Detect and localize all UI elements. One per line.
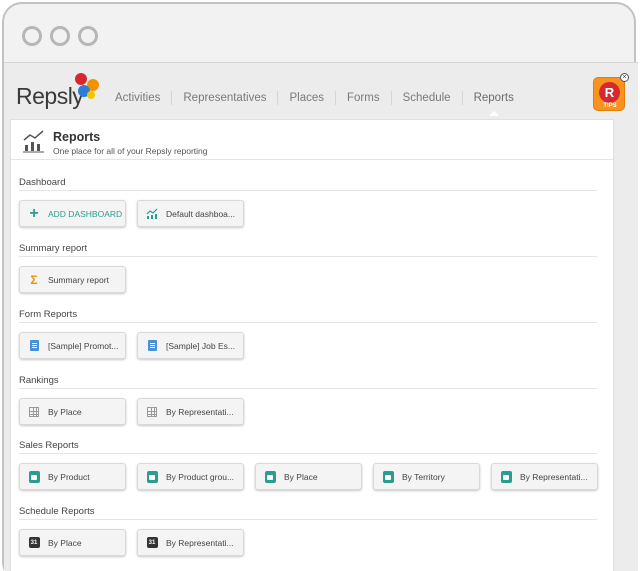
logo-mark-icon — [75, 73, 99, 99]
tips-badge[interactable]: R TIPS — [593, 77, 625, 111]
tips-widget[interactable]: R TIPS × — [593, 73, 629, 113]
nav-menu: Activities Representatives Places Forms … — [104, 91, 525, 116]
repsly-logo[interactable]: Repsly — [16, 73, 99, 113]
nav-item-representatives[interactable]: Representatives — [171, 91, 277, 105]
nav-item-reports[interactable]: Reports — [461, 91, 525, 116]
report-card-label: [Sample] Job Es... — [166, 340, 235, 351]
report-card-sales-product-group[interactable]: By Product grou... — [137, 463, 244, 490]
nav-item-forms[interactable]: Forms — [335, 91, 391, 105]
section-divider — [19, 190, 597, 191]
report-card-schedule-representative[interactable]: 31 By Representati... — [137, 529, 244, 556]
plus-icon: + — [29, 204, 39, 222]
section-title-rankings: Rankings — [19, 375, 59, 386]
report-card-label: By Place — [48, 406, 82, 417]
report-card-label: By Product — [48, 471, 90, 482]
sales-tag-icon — [264, 470, 276, 483]
dashboard-chart-icon — [146, 208, 158, 220]
report-card-label: Summary report — [48, 274, 109, 285]
report-card-label: By Place — [48, 537, 82, 548]
report-card-default-dashboard[interactable]: Default dashboa... — [137, 200, 244, 227]
nav-item-places[interactable]: Places — [277, 91, 335, 105]
reports-chart-icon — [23, 130, 44, 153]
section-divider — [19, 256, 597, 257]
report-card-label: Default dashboa... — [166, 208, 235, 219]
nav-item-activities[interactable]: Activities — [104, 91, 171, 105]
report-card-sales-product[interactable]: By Product — [19, 463, 126, 490]
report-card-label: [Sample] Promot... — [48, 340, 119, 351]
grid-table-icon — [28, 406, 40, 418]
report-card-ranking-place[interactable]: By Place — [19, 398, 126, 425]
add-dashboard-button[interactable]: + ADD DASHBOARD — [19, 200, 126, 227]
section-title-sales: Sales Reports — [19, 440, 79, 451]
report-card-sales-territory[interactable]: By Territory — [373, 463, 480, 490]
report-card-form-promot[interactable]: [Sample] Promot... — [19, 332, 126, 359]
tips-label: TIPS — [603, 103, 617, 109]
section-divider — [19, 322, 597, 323]
app-area: Repsly Activities Representatives Places… — [4, 62, 638, 571]
report-card-summary[interactable]: Σ Summary report — [19, 266, 126, 293]
section-divider — [19, 388, 597, 389]
form-document-icon — [28, 340, 40, 352]
sales-tag-icon — [28, 470, 40, 483]
sigma-icon: Σ — [30, 272, 38, 287]
report-card-label: By Representati... — [520, 471, 588, 482]
window-dot-icon[interactable] — [50, 26, 70, 46]
report-card-sales-representative[interactable]: By Representati... — [491, 463, 598, 490]
section-title-dashboard: Dashboard — [19, 177, 66, 188]
window-dot-icon[interactable] — [78, 26, 98, 46]
report-card-sales-place[interactable]: By Place — [255, 463, 362, 490]
window-dot-icon[interactable] — [22, 26, 42, 46]
report-card-schedule-place[interactable]: 31 By Place — [19, 529, 126, 556]
grid-table-icon — [146, 406, 158, 418]
section-divider — [19, 519, 597, 520]
page-header: Reports One place for all of your Repsly… — [11, 120, 613, 160]
report-card-label: By Representati... — [166, 406, 234, 417]
add-dashboard-label: ADD DASHBOARD — [48, 208, 123, 219]
nav-item-schedule[interactable]: Schedule — [390, 91, 462, 105]
report-card-label: By Representati... — [166, 537, 234, 548]
top-nav: Repsly Activities Representatives Places… — [4, 63, 638, 123]
report-card-label: By Place — [284, 471, 318, 482]
sales-tag-icon — [382, 470, 394, 483]
window-controls — [22, 26, 98, 46]
calendar-icon: 31 — [28, 537, 40, 549]
reports-panel: Reports One place for all of your Repsly… — [10, 119, 614, 571]
page-subtitle: One place for all of your Repsly reporti… — [53, 146, 208, 156]
sales-tag-icon — [146, 470, 158, 483]
sales-tag-icon — [500, 470, 512, 483]
tips-close-icon[interactable]: × — [620, 73, 629, 82]
section-title-forms: Form Reports — [19, 309, 78, 320]
section-title-summary: Summary report — [19, 243, 88, 254]
tips-logo-icon: R — [599, 82, 620, 103]
form-document-icon — [146, 340, 158, 352]
section-divider — [19, 453, 597, 454]
page-title: Reports — [53, 130, 101, 144]
report-card-ranking-representative[interactable]: By Representati... — [137, 398, 244, 425]
report-card-label: By Territory — [402, 471, 445, 482]
section-title-schedule: Schedule Reports — [19, 506, 95, 517]
calendar-icon: 31 — [146, 537, 158, 549]
report-card-form-job[interactable]: [Sample] Job Es... — [137, 332, 244, 359]
report-card-label: By Product grou... — [166, 471, 235, 482]
